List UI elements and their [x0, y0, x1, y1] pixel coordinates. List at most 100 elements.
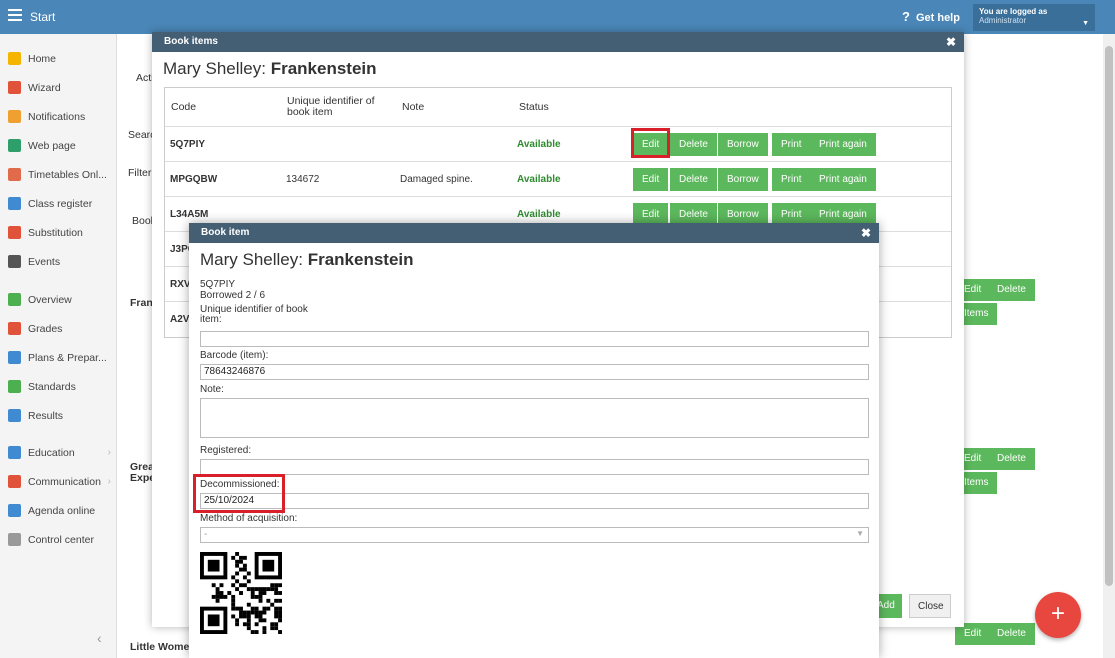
table-row: MPGQBW 134672 Damaged spine. Available Edit D…: [165, 161, 951, 196]
col-status: Status: [519, 101, 549, 113]
filter-label[interactable]: Filter: [128, 167, 151, 179]
barcode-label: Barcode (item):: [200, 350, 269, 361]
note-textarea[interactable]: [200, 398, 869, 438]
menu-icon[interactable]: [8, 9, 22, 21]
sidebar-item-icon: [8, 139, 21, 152]
scrollbar-thumb[interactable]: [1105, 46, 1113, 586]
sidebar-item-6[interactable]: Substitution: [0, 222, 117, 244]
sidebar-item-label: Standards: [28, 381, 76, 393]
top-bar: Start ? Get help You are logged as Admini…: [0, 0, 1115, 34]
sidebar-item-label: Communication: [28, 476, 101, 488]
delete-button[interactable]: Delete: [670, 133, 717, 156]
delete-button[interactable]: Delete: [670, 168, 717, 191]
add-fab-button[interactable]: +: [1035, 592, 1081, 638]
cell-code: MPGQBW: [170, 174, 218, 185]
sidebar-item-1[interactable]: Wizard: [0, 77, 117, 99]
col-uid: Unique identifier of book item: [287, 95, 375, 118]
sidebar-item-16[interactable]: Control center: [0, 529, 117, 551]
close-button[interactable]: Close: [909, 594, 951, 618]
uid-input[interactable]: [200, 331, 869, 347]
sidebar-item-0[interactable]: Home: [0, 48, 117, 70]
close-icon[interactable]: ✖: [946, 35, 956, 49]
sidebar-item-label: Grades: [28, 323, 63, 335]
sidebar-item-icon: [8, 197, 21, 210]
registered-label: Registered:: [200, 445, 252, 456]
sidebar-item-4[interactable]: Timetables Onl...: [0, 164, 117, 186]
item-code: 5Q7PIY: [200, 279, 236, 290]
sidebar-item-icon: [8, 322, 21, 335]
cell-status: Available: [517, 209, 561, 220]
sidebar-item-label: Web page: [28, 140, 76, 152]
sidebar-item-13[interactable]: Education ›: [0, 442, 117, 464]
cell-note: Damaged spine.: [400, 174, 473, 185]
sidebar-item-label: Notifications: [28, 111, 86, 123]
col-note: Note: [402, 101, 425, 113]
collapse-sidebar-icon[interactable]: ‹: [97, 630, 102, 646]
sidebar: ‹ Home Wizard Notifications Web page Timetab…: [0, 34, 117, 658]
sidebar-item-9[interactable]: Grades: [0, 318, 117, 340]
registered-input[interactable]: [200, 459, 869, 475]
print-again-button[interactable]: Print again: [810, 133, 876, 156]
print-again-button[interactable]: Print again: [810, 168, 876, 191]
cell-status: Available: [517, 139, 561, 150]
sidebar-item-14[interactable]: Communication ›: [0, 471, 117, 493]
sidebar-item-3[interactable]: Web page: [0, 135, 117, 157]
sidebar-item-10[interactable]: Plans & Prepar...: [0, 347, 117, 369]
sidebar-item-12[interactable]: Results: [0, 405, 117, 427]
sidebar-item-label: Timetables Onl...: [28, 169, 107, 181]
sidebar-item-icon: [8, 409, 21, 422]
sidebar-item-icon: [8, 380, 21, 393]
user-menu[interactable]: You are logged as Administrator ▼: [973, 4, 1095, 31]
sidebar-item-icon: [8, 255, 21, 268]
sidebar-item-label: Class register: [28, 198, 93, 210]
help-link[interactable]: ? Get help: [902, 9, 960, 24]
acquisition-label: Method of acquisition:: [200, 513, 298, 524]
cell-status: Available: [517, 174, 561, 185]
sidebar-item-icon: [8, 533, 21, 546]
book-item-title: Mary Shelley: Frankenstein: [200, 250, 414, 269]
sidebar-item-label: Results: [28, 410, 64, 422]
sidebar-item-15[interactable]: Agenda online: [0, 500, 117, 522]
page-scrollbar[interactable]: [1103, 34, 1115, 658]
book-items-title: Mary Shelley: Frankenstein: [163, 59, 377, 78]
sidebar-item-label: Home: [28, 53, 57, 65]
edit-button[interactable]: Edit: [633, 168, 669, 191]
question-icon: ?: [902, 9, 910, 24]
edit-highlight: [631, 128, 670, 158]
caret-down-icon: ▼: [856, 529, 864, 538]
sidebar-item-2[interactable]: Notifications: [0, 106, 117, 128]
chevron-right-icon: ›: [107, 475, 112, 487]
close-icon[interactable]: ✖: [861, 226, 871, 240]
cell-code: L34A5M: [170, 209, 209, 220]
cell-code: RXV: [170, 279, 191, 290]
bg-delete-button[interactable]: Delete: [988, 279, 1035, 301]
sidebar-item-5[interactable]: Class register: [0, 193, 117, 215]
sidebar-item-icon: [8, 293, 21, 306]
sidebar-item-icon: [8, 351, 21, 364]
barcode-input[interactable]: 78643246876: [200, 364, 869, 380]
sidebar-item-label: Events: [28, 256, 61, 268]
row-title-little-women: Little Women: [130, 641, 196, 653]
bg-delete-button-3[interactable]: Delete: [988, 623, 1035, 645]
sidebar-item-label: Substitution: [28, 227, 83, 239]
sidebar-item-11[interactable]: Standards: [0, 376, 117, 398]
print-button[interactable]: Print: [772, 133, 811, 156]
start-link[interactable]: Start: [30, 10, 55, 24]
sidebar-item-8[interactable]: Overview: [0, 289, 117, 311]
borrowed-count: Borrowed 2 / 6: [200, 290, 266, 301]
bg-delete-button-2[interactable]: Delete: [988, 448, 1035, 470]
acquisition-select[interactable]: - ▼: [200, 527, 869, 543]
borrow-button[interactable]: Borrow: [718, 133, 768, 156]
borrow-button[interactable]: Borrow: [718, 168, 768, 191]
col-code: Code: [171, 101, 197, 113]
sidebar-item-label: Agenda online: [28, 505, 96, 517]
chevron-right-icon: ›: [107, 446, 112, 458]
sidebar-item-label: Control center: [28, 534, 94, 546]
action-label: Acti: [136, 72, 154, 84]
sidebar-item-icon: [8, 226, 21, 239]
decommissioned-input[interactable]: 25/10/2024: [200, 493, 869, 509]
sidebar-item-7[interactable]: Events: [0, 251, 117, 273]
decommissioned-highlight: [193, 474, 285, 513]
print-button[interactable]: Print: [772, 168, 811, 191]
sidebar-item-icon: [8, 504, 21, 517]
